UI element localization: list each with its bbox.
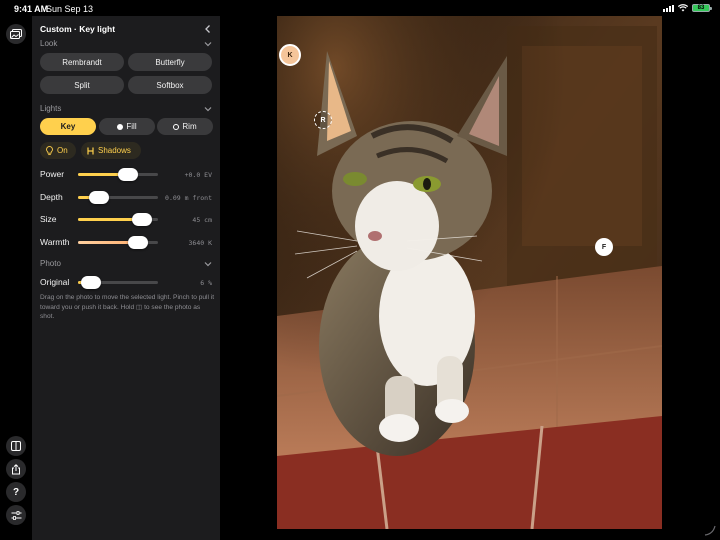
chevron-down-icon[interactable]: [204, 261, 212, 267]
shadows-label: Shadows: [98, 146, 131, 155]
original-value: 6 %: [200, 279, 212, 287]
power-slider[interactable]: [78, 168, 158, 181]
panel-title: Custom · Key light: [40, 24, 116, 34]
status-date: Sun Sep 13: [46, 4, 94, 14]
light-rim-button[interactable]: Rim: [157, 118, 213, 135]
photo-library-icon: [10, 29, 22, 39]
depth-slider-knob[interactable]: [88, 191, 109, 204]
resize-corner-icon[interactable]: [702, 522, 718, 538]
compare-button[interactable]: [6, 436, 26, 456]
rim-light-handle[interactable]: R: [314, 111, 332, 129]
power-slider-knob[interactable]: [117, 168, 138, 181]
lights-section-label: Lights: [40, 104, 62, 113]
preset-rembrandt[interactable]: Rembrandt: [40, 53, 124, 71]
shadows-toggle[interactable]: Shadows: [81, 142, 141, 159]
photo-section-label: Photo: [40, 259, 61, 268]
chevron-down-icon[interactable]: [204, 41, 212, 47]
original-slider-knob[interactable]: [80, 276, 101, 289]
compare-icon: [11, 441, 21, 451]
rim-ring-icon: [173, 123, 180, 130]
size-slider-knob[interactable]: [132, 213, 152, 226]
original-label: Original: [40, 277, 70, 287]
size-value: 45 cm: [192, 216, 212, 224]
help-text: Drag on the photo to move the selected l…: [40, 294, 215, 321]
warmth-slider[interactable]: [78, 236, 158, 249]
size-slider[interactable]: [78, 213, 158, 226]
fill-dot-icon: [117, 123, 124, 130]
share-icon: [12, 463, 20, 474]
depth-label: Depth: [40, 192, 63, 202]
preset-softbox[interactable]: Softbox: [128, 76, 212, 94]
chevron-left-icon[interactable]: [202, 23, 214, 35]
tool-rail: ?: [0, 16, 32, 540]
light-key-label: Key: [60, 122, 76, 131]
light-key-button[interactable]: Key: [40, 118, 96, 135]
depth-slider[interactable]: [78, 191, 158, 204]
warmth-value: 3640 K: [188, 239, 212, 247]
warmth-slider-knob[interactable]: [128, 236, 148, 249]
key-light-handle[interactable]: K: [279, 44, 301, 66]
light-fill-label: Fill: [126, 122, 137, 131]
battery-icon: 83: [692, 4, 712, 12]
preset-butterfly[interactable]: Butterfly: [128, 53, 212, 71]
photo-library-button[interactable]: [6, 24, 26, 44]
cellular-signal-icon: [663, 4, 674, 12]
cat-photo[interactable]: [277, 16, 662, 529]
light-fill-button[interactable]: Fill: [99, 118, 155, 135]
size-label: Size: [40, 214, 57, 224]
original-slider[interactable]: [78, 276, 158, 289]
fill-light-handle[interactable]: F: [595, 238, 613, 256]
help-button[interactable]: ?: [6, 482, 26, 502]
preset-split[interactable]: Split: [40, 76, 124, 94]
status-bar: 9:41 AM Sun Sep 13 83: [0, 0, 720, 16]
light-rim-label: Rim: [182, 122, 197, 131]
shadow-icon: [87, 147, 94, 154]
share-button[interactable]: [6, 459, 26, 479]
settings-button[interactable]: [6, 505, 26, 525]
light-on-toggle[interactable]: On: [40, 142, 76, 159]
status-icons: 83: [663, 4, 712, 12]
chevron-down-icon[interactable]: [204, 106, 212, 112]
help-icon: ?: [12, 486, 20, 498]
light-on-label: On: [57, 146, 68, 155]
lighting-panel: Custom · Key light Look Rembrandt Butter…: [32, 16, 220, 540]
wifi-icon: [678, 4, 688, 12]
power-value: +0.0 EV: [184, 171, 212, 179]
sliders-icon: [11, 510, 21, 520]
look-section-label: Look: [40, 39, 58, 48]
power-label: Power: [40, 169, 65, 179]
status-time: 9:41 AM: [14, 4, 49, 14]
depth-value: 0.09 m front: [165, 194, 212, 202]
bulb-icon: [46, 145, 53, 155]
warmth-label: Warmth: [40, 237, 70, 247]
